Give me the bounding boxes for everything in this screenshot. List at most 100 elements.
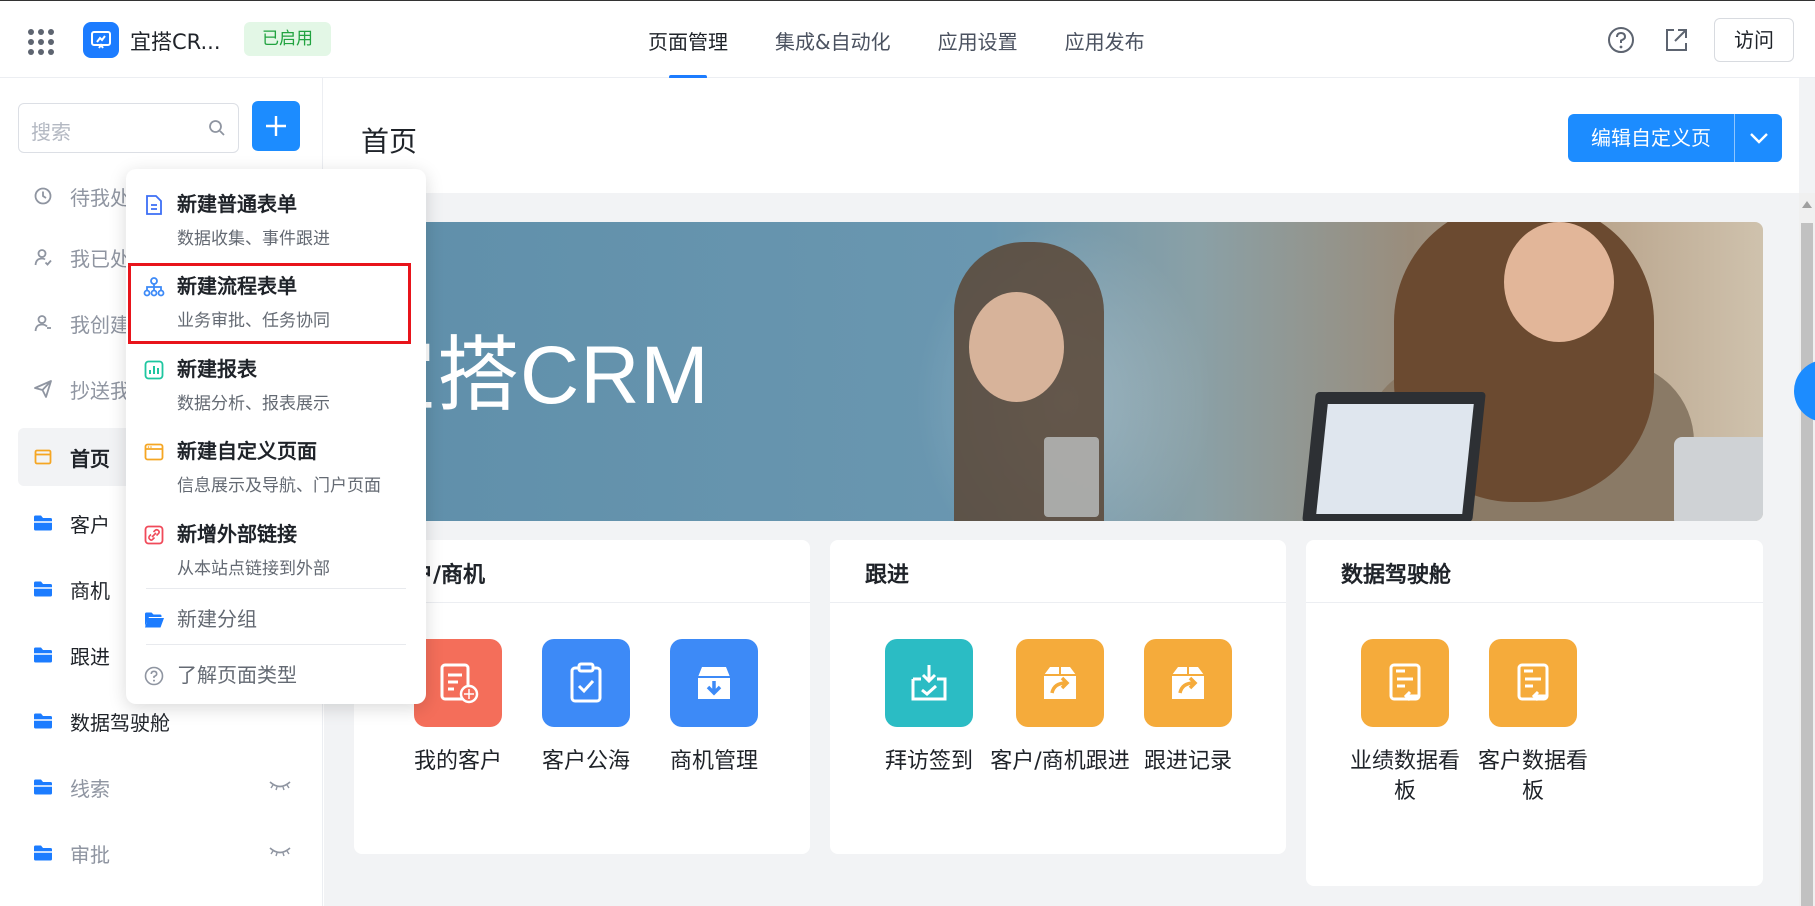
custom-page-icon xyxy=(143,441,165,463)
user-check-icon xyxy=(32,246,54,268)
tab-app-publish[interactable]: 应用发布 xyxy=(1065,1,1145,79)
edit-custom-page-label[interactable]: 编辑自定义页 xyxy=(1568,114,1734,162)
search-input[interactable]: 搜索 xyxy=(18,103,239,153)
user-icon xyxy=(32,312,54,334)
sidebar-item-label: 商机 xyxy=(70,578,110,603)
menu-item-desc: 数据收集、事件跟进 xyxy=(177,229,330,249)
form-icon xyxy=(143,194,165,216)
banner-title: 宜搭CRM xyxy=(354,330,710,421)
floating-assistant-tab[interactable] xyxy=(1794,360,1815,422)
help-icon[interactable] xyxy=(1604,23,1638,57)
folder-icon xyxy=(32,512,54,534)
tile-followup-records[interactable]: 跟进记录 xyxy=(1124,639,1252,777)
menu-divider xyxy=(146,588,406,589)
page-header: 首页 编辑自定义页 xyxy=(324,78,1799,193)
tab-page-management[interactable]: 页面管理 xyxy=(648,1,728,79)
menu-learn-page-types[interactable]: 了解页面类型 xyxy=(126,659,426,691)
external-link-icon[interactable] xyxy=(1659,23,1693,57)
app-logo-icon xyxy=(83,22,119,58)
card-title: 跟进 xyxy=(865,563,910,588)
sidebar-item-approval[interactable]: 审批 xyxy=(18,824,308,882)
app-name[interactable]: 宜搭CR... xyxy=(130,26,221,56)
edit-custom-page-button[interactable]: 编辑自定义页 xyxy=(1568,114,1782,162)
card-followup: 跟进 拜访签到 客户/商机跟进 跟进记录 xyxy=(830,540,1286,854)
tile-customer-opportunity-followup[interactable]: 客户/商机跟进 xyxy=(980,639,1140,777)
sidebar-item-label: 首页 xyxy=(70,446,110,471)
customer-doc-icon xyxy=(414,639,502,727)
menu-item-title: 新建报表 xyxy=(177,357,257,381)
chevron-down-icon[interactable] xyxy=(1734,114,1782,162)
hidden-eye-icon[interactable] xyxy=(268,844,292,863)
tile-label: 业绩数据看板 xyxy=(1349,749,1460,804)
plus-icon xyxy=(266,116,286,136)
menu-new-report[interactable]: 新建报表 数据分析、报表展示 xyxy=(126,353,426,415)
menu-item-title: 了解页面类型 xyxy=(177,663,297,687)
dashboard-doc-icon xyxy=(1489,639,1577,727)
menu-item-title: 新建分组 xyxy=(177,607,257,631)
menu-item-title: 新建普通表单 xyxy=(177,192,297,216)
folder-icon xyxy=(32,776,54,798)
card-title: 数据驾驶舱 xyxy=(1341,563,1452,588)
sidebar-item-leads[interactable]: 线索 xyxy=(18,758,308,816)
tab-app-settings[interactable]: 应用设置 xyxy=(938,1,1018,79)
menu-new-custom-page[interactable]: 新建自定义页面 信息展示及导航、门户页面 xyxy=(126,435,426,497)
page-icon xyxy=(32,446,54,468)
sidebar-item-label: 审批 xyxy=(70,842,110,867)
tile-label: 商机管理 xyxy=(669,749,758,774)
share-box-icon xyxy=(1016,639,1104,727)
checkin-tray-icon xyxy=(885,639,973,727)
clock-icon xyxy=(32,185,54,207)
tile-label: 客户公海 xyxy=(541,749,630,774)
tile-customer-dashboard[interactable]: 客户数据看板 xyxy=(1469,639,1597,807)
sidebar-item-label: 数据驾驶舱 xyxy=(70,710,170,735)
menu-item-desc: 从本站点链接到外部 xyxy=(177,559,330,579)
add-button[interactable] xyxy=(252,101,300,151)
visit-button[interactable]: 访问 xyxy=(1714,18,1794,62)
banner-image: 宜搭CRM xyxy=(354,222,1763,521)
tab-integration-automation[interactable]: 集成&自动化 xyxy=(775,1,891,79)
sidebar-item-label: 跟进 xyxy=(70,644,110,669)
folder-icon xyxy=(32,578,54,600)
scrollbar-thumb[interactable] xyxy=(1801,223,1813,906)
tile-label: 我的客户 xyxy=(413,749,502,774)
question-circle-icon xyxy=(143,665,165,687)
folder-open-icon xyxy=(143,609,165,631)
tile-customer-pool[interactable]: 客户公海 xyxy=(522,639,650,777)
sidebar-item-label: 客户 xyxy=(70,512,110,537)
folder-icon xyxy=(32,644,54,666)
tile-opportunity-management[interactable]: 商机管理 xyxy=(650,639,778,777)
search-icon xyxy=(208,119,226,141)
vertical-scrollbar[interactable] xyxy=(1799,193,1815,906)
send-icon xyxy=(32,378,54,400)
tile-performance-dashboard[interactable]: 业绩数据看板 xyxy=(1341,639,1469,807)
external-link-icon xyxy=(143,524,165,546)
tile-label: 拜访签到 xyxy=(884,749,973,774)
archive-box-icon xyxy=(670,639,758,727)
search-placeholder: 搜索 xyxy=(31,120,71,144)
sidebar-item-label: 线索 xyxy=(70,776,110,801)
menu-new-normal-form[interactable]: 新建普通表单 数据收集、事件跟进 xyxy=(126,188,426,250)
hidden-eye-icon[interactable] xyxy=(268,778,292,797)
menu-divider xyxy=(146,644,406,645)
tile-label: 客户/商机跟进 xyxy=(990,749,1130,774)
top-bar: 宜搭CR... 已启用 页面管理 集成&自动化 应用设置 应用发布 访问 xyxy=(0,0,1815,79)
tile-label: 跟进记录 xyxy=(1143,749,1232,774)
folder-icon xyxy=(32,842,54,864)
page-title: 首页 xyxy=(361,125,418,158)
menu-new-external-link[interactable]: 新增外部链接 从本站点链接到外部 xyxy=(126,518,426,580)
nav-tabs: 页面管理 集成&自动化 应用设置 应用发布 xyxy=(648,1,1145,79)
scroll-up-icon[interactable] xyxy=(1802,201,1812,208)
apps-grid-icon[interactable] xyxy=(28,29,54,55)
report-icon xyxy=(143,359,165,381)
dashboard-doc-icon xyxy=(1361,639,1449,727)
menu-item-title: 新建自定义页面 xyxy=(177,439,317,463)
tile-visit-checkin[interactable]: 拜访签到 xyxy=(865,639,993,777)
share-box-icon xyxy=(1144,639,1232,727)
clipboard-check-icon xyxy=(542,639,630,727)
tile-label: 客户数据看板 xyxy=(1477,749,1588,804)
highlight-box xyxy=(128,263,411,344)
status-badge: 已启用 xyxy=(244,22,331,56)
menu-new-group[interactable]: 新建分组 xyxy=(126,603,426,635)
menu-item-desc: 数据分析、报表展示 xyxy=(177,394,330,414)
menu-item-desc: 信息展示及导航、门户页面 xyxy=(177,476,381,496)
